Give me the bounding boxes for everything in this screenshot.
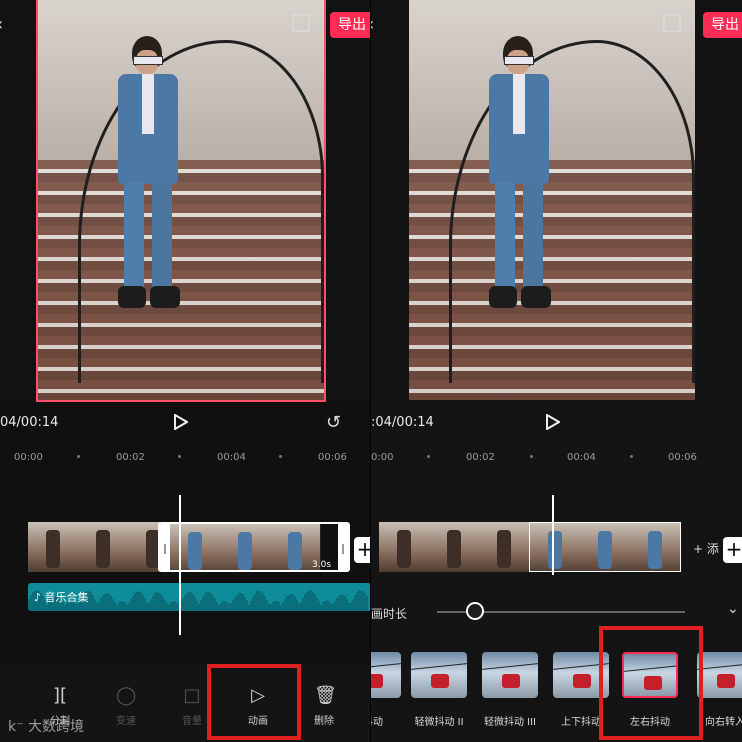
animation-item[interactable]: 轻微抖动 II <box>411 652 467 728</box>
tool-label: 变速 <box>116 716 136 727</box>
ruler-dot <box>279 455 282 458</box>
export-button[interactable]: 导出 <box>703 12 742 38</box>
add-clip-button[interactable]: + <box>723 537 742 563</box>
animation-label: 轻微抖动 II <box>414 717 464 728</box>
music-track[interactable]: ♪ 音乐合集 <box>28 583 371 611</box>
ruler-tick: 00:02 <box>466 452 495 463</box>
waveform-bar <box>366 596 368 611</box>
add-track-label[interactable]: + 添 <box>693 540 719 557</box>
time-display: 04/00:14 <box>0 415 59 430</box>
export-button[interactable]: 导出 <box>330 12 371 38</box>
preview-frame[interactable] <box>36 0 326 402</box>
ruler-dot <box>77 455 80 458</box>
video-preview: ‹ 导出 <box>371 0 742 402</box>
railing-image <box>78 40 324 383</box>
ruler-dot <box>530 455 533 458</box>
speed-icon: ◯ <box>116 685 137 706</box>
ruler-tick: 0:00 <box>371 452 394 463</box>
ruler-tick: 00:04 <box>567 452 596 463</box>
fullscreen-icon[interactable] <box>663 14 681 32</box>
selected-video-clip[interactable]: 3.0s <box>158 522 350 572</box>
cable-car-icon <box>371 652 401 698</box>
volume-icon: □ <box>183 685 201 706</box>
playhead[interactable] <box>552 495 554 575</box>
fullscreen-icon[interactable] <box>292 14 310 32</box>
highlight-box-animation <box>207 664 301 740</box>
person-image <box>118 36 182 316</box>
animation-item[interactable]: 向右转入 <box>697 652 742 728</box>
music-label: ♪ 音乐合集 <box>34 591 89 604</box>
duration-label: 画时长 <box>371 607 408 621</box>
music-name: 音乐合集 <box>44 591 89 604</box>
tool-label: 删除 <box>314 716 334 727</box>
trim-handle-left[interactable] <box>160 524 170 570</box>
add-clip-button[interactable]: + <box>354 537 371 563</box>
cable-car-icon <box>482 652 538 698</box>
animation-label: 向右转入 <box>705 717 742 728</box>
chevron-down-icon[interactable]: ⌄ <box>727 601 739 617</box>
animation-label: 轻微抖动 III <box>483 717 537 728</box>
ruler-dot <box>178 455 181 458</box>
duration-slider-knob[interactable] <box>466 602 485 620</box>
playhead[interactable] <box>179 495 181 635</box>
animation-item[interactable]: 轻微抖动 III <box>482 652 538 728</box>
back-icon[interactable]: ‹ <box>371 14 374 35</box>
person-image <box>489 36 553 316</box>
tool-speed[interactable]: ◯ 变速 <box>100 685 152 728</box>
trim-handle-right[interactable] <box>338 524 348 570</box>
video-clip[interactable] <box>28 522 160 572</box>
tool-delete[interactable]: 🗑 删除 <box>298 685 350 728</box>
delete-icon: 🗑 <box>314 685 337 706</box>
back-icon[interactable]: ‹ <box>0 14 3 35</box>
animation-item[interactable]: 抖动 <box>371 652 401 728</box>
ruler-tick: 00:06 <box>318 452 347 463</box>
video-clip[interactable] <box>379 522 529 572</box>
preview-frame[interactable] <box>409 0 695 400</box>
undo-icon[interactable]: ↺ <box>326 412 341 433</box>
clip-duration: 3.0s <box>312 560 332 570</box>
play-icon[interactable] <box>546 414 560 430</box>
time-display: :04/00:14 <box>371 415 434 430</box>
animation-label: 抖动 <box>371 717 383 728</box>
cable-car-icon <box>697 652 742 698</box>
split-icon: ][ <box>52 685 68 706</box>
watermark: k⁻ 大数跨境 <box>8 719 84 735</box>
play-icon[interactable] <box>174 414 188 430</box>
watermark-text: 大数跨境 <box>27 719 84 735</box>
right-screenshot: ‹ 导出 :04/00:14 0:00 00:02 00:04 00:06 + … <box>371 0 742 742</box>
ruler-tick: 00:06 <box>668 452 697 463</box>
video-preview: ‹ 导出 <box>0 0 371 402</box>
ruler-dot <box>630 455 633 458</box>
ruler-dot <box>427 455 430 458</box>
highlight-box-animation <box>599 626 703 740</box>
cable-car-icon <box>411 652 467 698</box>
left-screenshot: ‹ 导出 04/00:14 ↺ 00:00 00:02 00:04 00:06 <box>0 0 371 742</box>
railing-image <box>449 40 695 383</box>
ruler-tick: 00:02 <box>116 452 145 463</box>
ruler-tick: 00:00 <box>14 452 43 463</box>
ruler-tick: 00:04 <box>217 452 246 463</box>
